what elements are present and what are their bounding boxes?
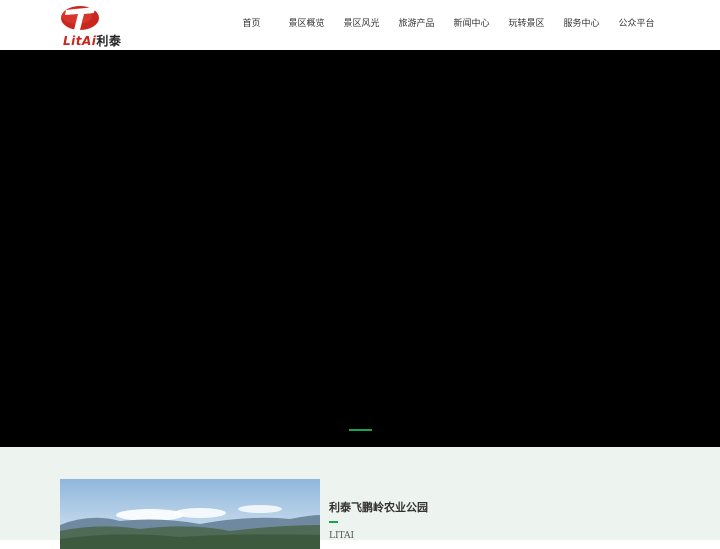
nav-item-overview[interactable]: 景区概览 [279, 0, 334, 50]
logo-emblem-icon [61, 6, 99, 30]
title-underline [329, 521, 338, 523]
nav-item-home[interactable]: 首页 [224, 0, 279, 50]
nav-item-service[interactable]: 服务中心 [554, 0, 609, 50]
nav-item-explore[interactable]: 玩转景区 [499, 0, 554, 50]
hero-banner[interactable] [0, 50, 720, 447]
nav-item-news[interactable]: 新闻中心 [444, 0, 499, 50]
nav-item-public-platform[interactable]: 公众平台 [609, 0, 664, 50]
logo-wordmark-cn: 利泰 [96, 34, 122, 48]
logo-wordmark-en: LitAi [63, 34, 97, 48]
park-photo[interactable] [60, 479, 320, 549]
nav-item-products[interactable]: 旅游产品 [389, 0, 444, 50]
feature-section: 利泰飞鹏岭农业公园 LITAI [0, 447, 720, 549]
nav-item-scenery[interactable]: 景区风光 [334, 0, 389, 50]
main-nav: 首页 景区概览 景区风光 旅游产品 新闻中心 玩转景区 服务中心 公众平台 [224, 0, 664, 50]
site-header: LitAi利泰 首页 景区概览 景区风光 旅游产品 新闻中心 玩转景区 服务中心… [0, 0, 720, 50]
slide-indicator-active[interactable] [349, 429, 372, 431]
park-title: 利泰飞鹏岭农业公园 [329, 501, 428, 514]
mountain-landscape-image [60, 479, 320, 549]
brand-logo[interactable]: LitAi利泰 [59, 4, 129, 49]
logo-wordmark: LitAi利泰 [63, 32, 121, 49]
